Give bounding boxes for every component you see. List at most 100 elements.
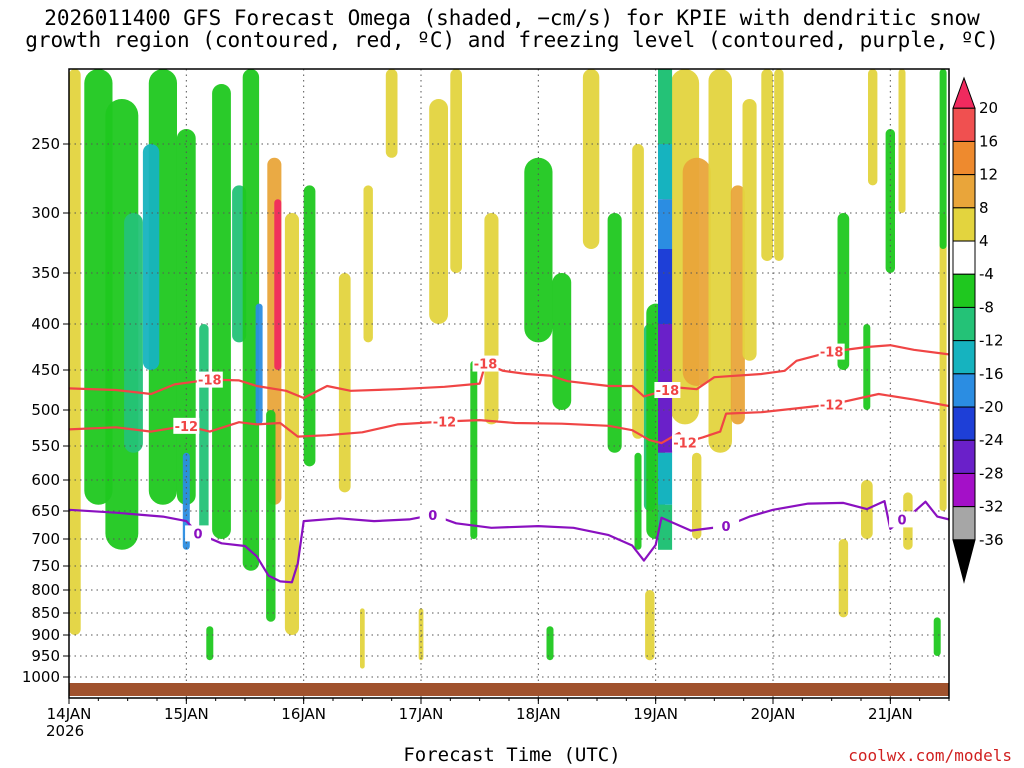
colorbar-swatch (952, 174, 976, 209)
omega-shading-cell (546, 626, 554, 661)
colorbar-swatch (952, 406, 976, 441)
x-tick-label: 18JAN (516, 705, 561, 723)
y-tick-label: 600 (31, 471, 60, 489)
omega-shading-cell (284, 213, 299, 635)
colorbar-label: -16 (979, 365, 1004, 383)
colorbar-swatch (952, 373, 976, 408)
colorbar-swatch (952, 306, 976, 342)
omega-shading-cell (933, 617, 941, 656)
contour-label: -18 (820, 346, 844, 361)
x-tick-label: 15JAN (164, 705, 209, 723)
x-axis-year-label: 2026 (46, 722, 85, 740)
omega-shading-cell (607, 213, 622, 453)
x-tick-label: 19JAN (633, 705, 678, 723)
colorbar-bottom-arrow (952, 539, 976, 584)
omega-shading-cell (338, 273, 351, 493)
colorbar-swatch (952, 340, 976, 375)
omega-shading-cell (124, 213, 143, 453)
y-tick-label: 1000 (22, 668, 60, 686)
omega-shading-cell (206, 626, 214, 661)
colorbar-top-arrow (952, 76, 976, 109)
credit-link[interactable]: coolwx.com/models (848, 746, 1012, 765)
colorbar-label: -24 (979, 431, 1004, 449)
omega-shading-cell (470, 360, 478, 539)
omega-heatmap (69, 69, 947, 669)
omega-shading-cell (682, 157, 711, 386)
omega-shading-cell (742, 99, 757, 361)
omega-shading-cell (868, 69, 878, 186)
x-tick-label: 21JAN (868, 705, 913, 723)
x-tick-label: 14JAN (47, 705, 92, 723)
y-tick-label: 350 (31, 264, 60, 282)
y-tick-label: 300 (31, 204, 60, 222)
omega-shading-cell (658, 249, 673, 324)
contour-label: -12 (175, 420, 199, 435)
x-axis-ticks: 14JAN 15JAN 16JAN 17JAN 18JAN 19JAN 20JAN 21JAN (47, 698, 950, 723)
omega-shading-cell (255, 303, 263, 425)
omega-shading-cell (658, 144, 673, 200)
chart-canvas: -18 -18 -18 -18 -12 -12 -12 -12 0 0 0 0 250 300 350 40… (22, 68, 1004, 723)
omega-shading-cell (692, 452, 702, 539)
y-tick-label: 700 (31, 530, 60, 548)
omega-shading-cell (429, 99, 448, 324)
colorbar-label: -12 (979, 332, 1004, 350)
contour-label: -18 (474, 358, 498, 373)
colorbar-swatch (952, 439, 976, 474)
y-tick-label: 800 (31, 581, 60, 599)
contour-label: 0 (428, 509, 437, 524)
ground-surface-bar (69, 683, 949, 696)
omega-shading-cell (274, 199, 282, 370)
colorbar-swatch (952, 107, 976, 142)
y-tick-label: 500 (31, 401, 60, 419)
omega-shading-cell (363, 185, 373, 343)
x-tick-label: 17JAN (399, 705, 444, 723)
colorbar-label: 12 (979, 166, 998, 184)
omega-shading-cell (484, 213, 499, 425)
y-tick-label: 550 (31, 437, 60, 455)
contour-label: -12 (673, 436, 697, 451)
y-tick-label: 650 (31, 502, 60, 520)
colorbar-label: -20 (979, 398, 1004, 416)
omega-shading-cell (898, 69, 906, 213)
y-tick-label: 400 (31, 315, 60, 333)
contour-label: -12 (820, 398, 844, 413)
omega-shading-cell (582, 69, 600, 249)
colorbar-label: -8 (979, 298, 994, 316)
colorbar-label: 20 (979, 99, 998, 117)
contour-label: 0 (898, 513, 907, 528)
omega-shading-cell (212, 84, 231, 539)
y-tick-label: 900 (31, 626, 60, 644)
contour-label: 0 (722, 520, 731, 535)
y-tick-label: 750 (31, 557, 60, 575)
colorbar-label: -28 (979, 464, 1004, 482)
omega-shading-cell (658, 452, 673, 505)
omega-shading-cell (142, 144, 160, 370)
colorbar-label: 4 (979, 232, 989, 250)
omega-shading-cell (303, 185, 316, 467)
contour-label: -18 (198, 374, 222, 389)
colorbar-label: -36 (979, 531, 1004, 549)
omega-shading-cell (774, 69, 784, 261)
contour-label: 0 (194, 527, 203, 542)
contour-label: -18 (656, 384, 680, 399)
colorbar-label: -4 (979, 265, 994, 283)
colorbar-label: 16 (979, 132, 998, 150)
omega-shading-cell (761, 69, 773, 261)
contour-label: -12 (433, 416, 457, 431)
omega-shading-cell (634, 452, 642, 550)
y-axis-ticks: 250 300 350 400 450 500 550 600 650 700 750 800 850 9… (22, 135, 69, 686)
y-tick-label: 250 (31, 135, 60, 153)
y-tick-label: 950 (31, 647, 60, 665)
omega-shading-cell (385, 69, 398, 158)
colorbar-swatch (952, 273, 976, 308)
y-tick-label: 850 (31, 604, 60, 622)
colorbar: 20 16 12 8 4 -4 -8 -12 -16 -20 -24 -28 -32 -36 (952, 76, 1004, 584)
omega-shading-cell (645, 590, 655, 661)
colorbar-label: 8 (979, 199, 989, 217)
y-tick-label: 450 (31, 361, 60, 379)
omega-shading-cell (939, 69, 947, 249)
omega-shading-cell (69, 69, 81, 635)
x-tick-label: 16JAN (281, 705, 326, 723)
colorbar-swatch (952, 207, 976, 242)
omega-shading-cell (838, 539, 849, 618)
